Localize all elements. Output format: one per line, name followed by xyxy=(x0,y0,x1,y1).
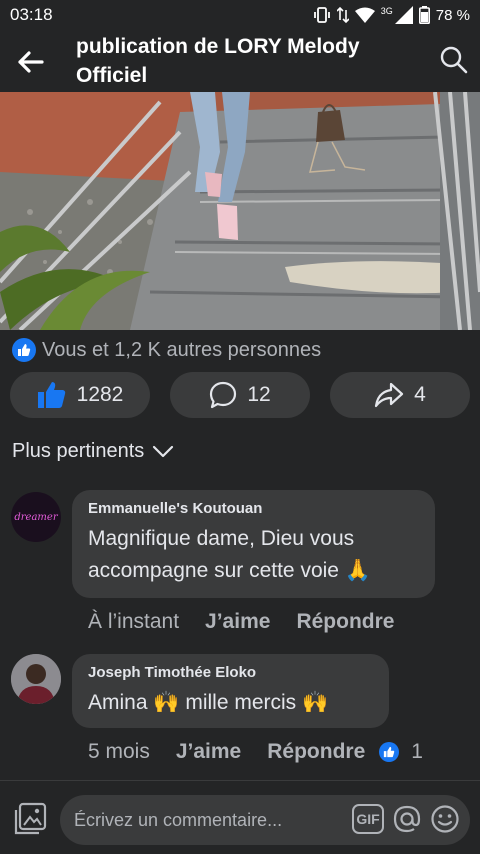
comment-like-button[interactable]: J’aime xyxy=(205,610,270,634)
page-title: publication de LORY Melody Officiel xyxy=(76,35,360,87)
comment-bubble[interactable]: Joseph Timothée Eloko Amina 🙌 mille merc… xyxy=(72,654,389,728)
comment-bubble[interactable]: Emmanuelle's Koutouan Magnifique dame, D… xyxy=(72,490,435,598)
arrow-left-icon xyxy=(18,51,44,73)
like-reaction-icon xyxy=(12,338,36,362)
comment-reply-button[interactable]: Répondre xyxy=(267,740,365,764)
image-gallery-icon xyxy=(14,802,47,835)
post-photo[interactable] xyxy=(0,92,480,330)
signal-icon xyxy=(394,6,413,24)
like-button[interactable]: 1282 xyxy=(10,372,150,418)
comment-time: À l’instant xyxy=(88,610,180,633)
comment-reply-button[interactable]: Répondre xyxy=(296,610,394,634)
comment-like-reaction-icon xyxy=(379,742,400,762)
data-arrows-icon xyxy=(336,6,349,24)
search-icon xyxy=(440,46,468,74)
wifi-icon xyxy=(354,7,375,23)
comment-time: 5 mois xyxy=(88,740,150,763)
share-button[interactable]: 4 xyxy=(330,372,470,418)
comment-button[interactable]: 12 xyxy=(170,372,310,418)
mention-at-icon[interactable] xyxy=(392,804,422,834)
comment-meta: À l’instant J’aime Répondre xyxy=(88,610,394,634)
reactions-summary-text: Vous et 1,2 K autres personnes xyxy=(42,338,322,361)
comment-count: 12 xyxy=(247,383,271,406)
thumbs-up-icon xyxy=(37,382,65,408)
comment-sort-dropdown[interactable]: Plus pertinents xyxy=(12,440,174,463)
emoji-smile-icon[interactable] xyxy=(430,804,460,834)
avatar[interactable] xyxy=(11,654,61,704)
comment-composer: Écrivez un commentaire... GIF xyxy=(0,780,480,854)
share-count: 4 xyxy=(414,383,426,406)
comment-like-button[interactable]: J’aime xyxy=(176,740,241,764)
search-button[interactable] xyxy=(438,44,470,76)
avatar[interactable]: dreamer xyxy=(11,492,61,542)
comment-text: Magnifique dame, Dieu vous accompagne su… xyxy=(88,527,371,582)
battery-icon xyxy=(418,6,430,24)
battery-level: 78 % xyxy=(435,6,470,24)
chevron-down-icon xyxy=(153,445,174,457)
back-button[interactable] xyxy=(14,46,46,78)
like-count: 1282 xyxy=(76,383,124,406)
status-bar: 03:18 3G 78 % xyxy=(0,0,480,30)
post-actions: 1282 12 4 xyxy=(10,372,470,418)
comment-input-placeholder: Écrivez un commentaire... xyxy=(74,809,283,830)
status-time: 03:18 xyxy=(10,5,53,24)
sort-label: Plus pertinents xyxy=(12,440,145,462)
gif-button[interactable]: GIF xyxy=(352,804,384,834)
comment-author[interactable]: Joseph Timothée Eloko xyxy=(88,664,373,681)
reactions-summary[interactable]: Vous et 1,2 K autres personnes xyxy=(12,336,321,364)
vibrate-icon xyxy=(313,7,330,23)
comment-text: Amina 🙌 mille mercis 🙌 xyxy=(88,691,329,714)
comment-input[interactable]: Écrivez un commentaire... GIF xyxy=(60,795,470,845)
comment-bubble-icon xyxy=(210,381,237,409)
photo-gallery-button[interactable] xyxy=(12,801,48,837)
comment-author[interactable]: Emmanuelle's Koutouan xyxy=(88,500,419,517)
network-type: 3G xyxy=(380,6,393,16)
avatar-logo-text: dreamer xyxy=(14,511,58,523)
share-arrow-icon xyxy=(375,382,404,408)
app-header: publication de LORY Melody Officiel xyxy=(0,30,480,92)
comment-reaction-count[interactable]: 1 xyxy=(411,740,423,764)
comment-meta: 5 mois J’aime Répondre 1 xyxy=(88,740,423,764)
